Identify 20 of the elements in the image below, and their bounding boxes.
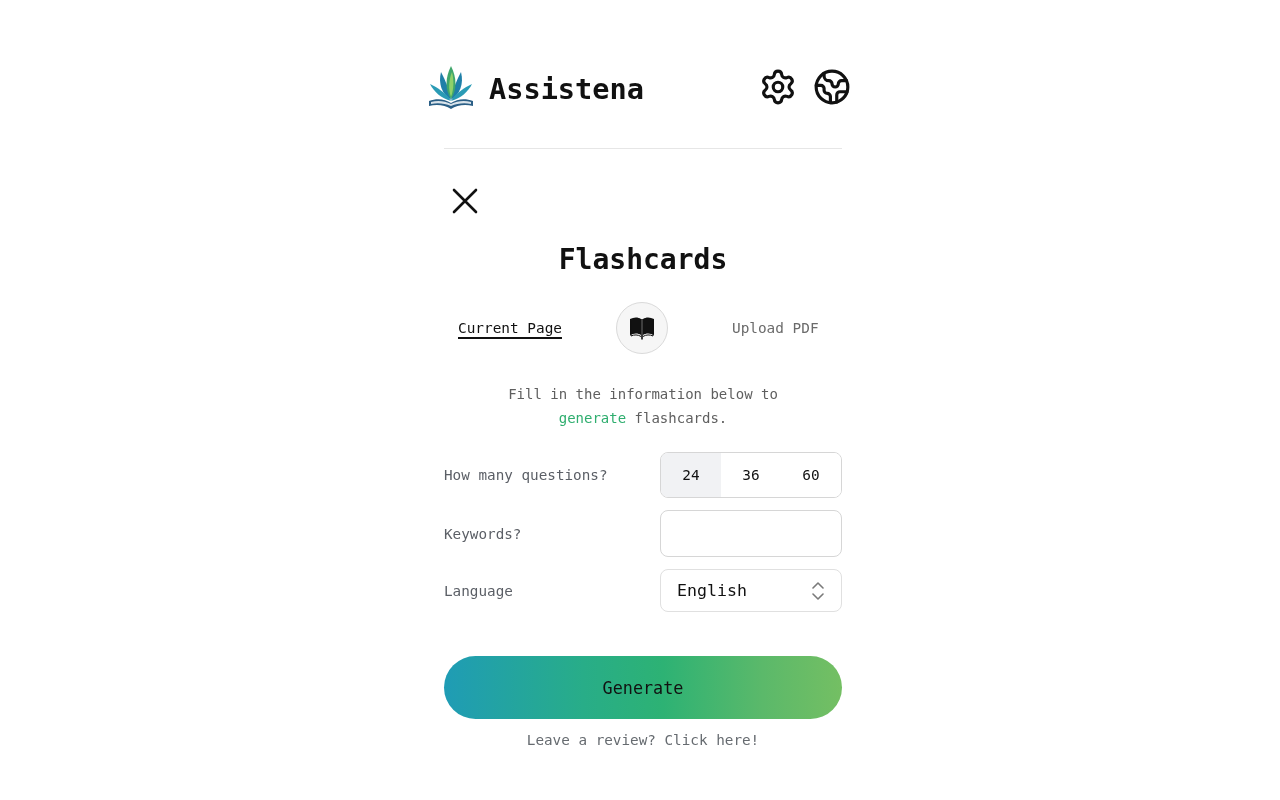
field-label: How many questions? [444,467,609,483]
instructions-text: Fill in the information below to generate flashcards. [507,385,779,428]
field-label: Language [444,582,514,599]
review-link[interactable]: Leave a review? Click here! [526,730,760,750]
keywords-input[interactable] [660,510,842,557]
source-tab[interactable]: Upload PDF [731,318,819,338]
settings-icon[interactable] [759,68,797,106]
generate-button[interactable]: Generate [444,656,842,719]
globe-icon[interactable] [813,68,851,106]
chevrons-up-down-icon [812,580,824,601]
open-book-icon [628,316,655,340]
question-count-option[interactable]: 24 [661,453,721,497]
field-label: Keywords? [444,525,523,542]
close-icon [452,188,478,214]
close-button[interactable] [452,188,478,214]
app-name: Assistena [489,70,644,104]
logo-icon [428,64,474,110]
source-tab[interactable]: Current Page [458,318,562,338]
panel-title: Flashcards [558,243,728,277]
language-select[interactable]: English [660,569,842,612]
